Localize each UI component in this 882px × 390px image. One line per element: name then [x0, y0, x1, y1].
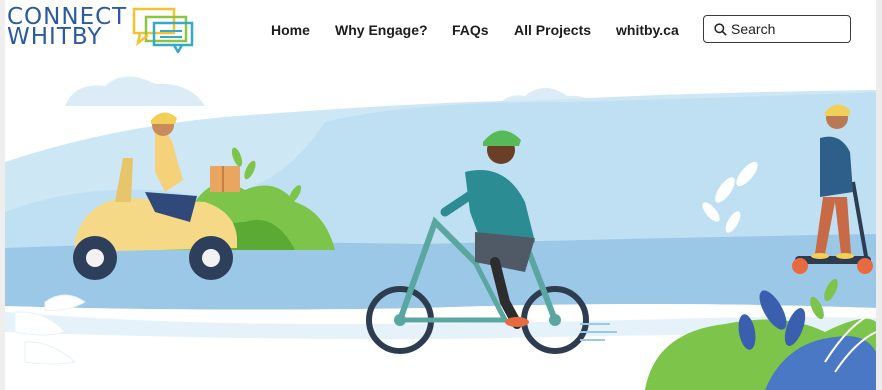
hero-banner: [5, 62, 876, 390]
nav-faqs[interactable]: FAQs: [452, 22, 489, 38]
connect-whitby-logo[interactable]: CONNECT WHITBY: [7, 6, 196, 53]
hero-illustration: [5, 62, 876, 390]
search-box[interactable]: [703, 15, 851, 43]
site-header: CONNECT WHITBY Home Why Engage? FAQs All…: [0, 0, 882, 62]
nav-why-engage[interactable]: Why Engage?: [335, 22, 428, 38]
page: CONNECT WHITBY Home Why Engage? FAQs All…: [0, 0, 882, 390]
search-input[interactable]: [731, 21, 841, 37]
logo-line-2: WHITBY: [7, 24, 103, 50]
nav-all-projects[interactable]: All Projects: [514, 22, 591, 38]
speech-bubbles-icon: [132, 7, 194, 53]
right-scroll-edge: [876, 0, 882, 390]
left-border: [0, 0, 5, 390]
logo-wordmark: CONNECT WHITBY: [7, 6, 127, 50]
nav-whitby-ca[interactable]: whitby.ca: [616, 22, 679, 38]
nav-home[interactable]: Home: [271, 22, 310, 38]
search-icon: [714, 22, 727, 36]
